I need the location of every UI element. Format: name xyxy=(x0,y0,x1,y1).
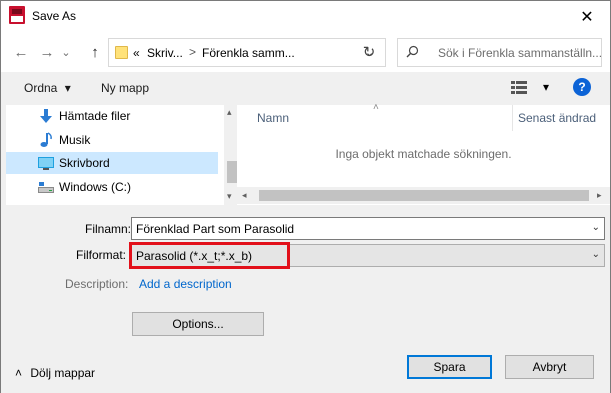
sidebar-item-label: Hämtade filer xyxy=(59,109,131,123)
sidebar-item-label: Musik xyxy=(59,133,91,147)
filename-label: Filnamn: xyxy=(85,222,132,236)
chevron-up-icon: ˄ xyxy=(15,366,23,380)
sidebar-item-music[interactable]: Musik xyxy=(6,129,218,151)
breadcrumb-segment-1[interactable]: Skriv... xyxy=(147,46,183,60)
sidebar-item-desktop[interactable]: Skrivbord xyxy=(6,152,218,174)
column-header-name[interactable]: Namn xyxy=(257,111,289,125)
search-box[interactable]: Sök i Förenkla sammanställn... xyxy=(397,38,602,67)
breadcrumb-separator: > xyxy=(189,45,197,59)
navigation-bar: ← → ⌄ ↑ « Skriv... > Förenkla samm... ⌄ … xyxy=(1,32,610,72)
scroll-down-icon[interactable]: ▾ xyxy=(227,191,232,202)
address-bar[interactable]: « Skriv... > Förenkla samm... ⌄ xyxy=(108,38,386,67)
forward-button[interactable]: → xyxy=(37,42,57,62)
window-title: Save As xyxy=(32,9,77,23)
file-list-hscrollbar[interactable]: ◂ ▸ xyxy=(237,187,610,204)
toolbar: Ordna ▾ Ny mapp ▾ ? xyxy=(1,72,610,105)
chevron-down-icon[interactable]: ⌄ xyxy=(592,249,600,260)
view-options-button[interactable]: ▾ xyxy=(511,80,551,96)
back-button[interactable]: ← xyxy=(11,42,31,62)
chevron-down-icon: ⌄ xyxy=(61,46,71,59)
app-icon xyxy=(9,6,25,24)
hide-folders-toggle[interactable]: ˄ Dölj mappar xyxy=(15,366,95,380)
sidebar-item-downloads[interactable]: Hämtade filer xyxy=(6,105,218,127)
navigation-pane: Hämtade filer Musik Skrivbord Windows (C… xyxy=(6,105,241,205)
scroll-up-icon[interactable]: ▴ xyxy=(227,107,232,118)
hide-folders-label: Dölj mappar xyxy=(30,366,96,380)
filename-value: Förenklad Part som Parasolid xyxy=(136,222,295,236)
breadcrumb-segment-2[interactable]: Förenkla samm... xyxy=(202,46,295,60)
save-label: Spara xyxy=(433,360,466,374)
address-overflow[interactable]: « xyxy=(133,46,140,60)
scroll-right-icon[interactable]: ▸ xyxy=(597,190,602,201)
refresh-button[interactable]: ↻ xyxy=(359,42,379,62)
sidebar-item-label: Windows (C:) xyxy=(59,180,132,194)
save-as-dialog: Save As ✕ ← → ⌄ ↑ « Skriv... > Förenkla … xyxy=(0,0,611,393)
new-folder-button[interactable]: Ny mapp xyxy=(101,81,149,95)
empty-message: Inga objekt matchade sökningen. xyxy=(335,147,512,161)
new-folder-label: Ny mapp xyxy=(101,81,150,95)
format-value: Parasolid (*.x_t;*.x_b) xyxy=(136,249,253,263)
sidebar-item-windows-drive[interactable]: Windows (C:) xyxy=(6,176,218,198)
recent-locations-button[interactable]: ⌄ xyxy=(59,42,73,62)
sort-ascending-icon: ˄ xyxy=(373,102,379,113)
chevron-down-icon: ▾ xyxy=(64,81,71,95)
organize-label: Ordna xyxy=(24,81,58,95)
search-icon xyxy=(406,45,419,58)
cancel-label: Avbryt xyxy=(532,360,567,374)
options-label: Options... xyxy=(172,317,224,331)
back-arrow-icon: ← xyxy=(13,43,29,61)
music-icon xyxy=(40,132,52,147)
format-label: Filformat: xyxy=(76,248,127,262)
forward-arrow-icon: → xyxy=(39,43,55,61)
view-list-icon xyxy=(511,81,527,94)
download-icon xyxy=(40,109,52,123)
format-select[interactable]: Parasolid (*.x_t;*.x_b) ⌄ xyxy=(131,244,605,267)
add-description-link[interactable]: Add a description xyxy=(139,277,232,291)
help-icon[interactable]: ? xyxy=(573,78,591,96)
title-bar: Save As ✕ xyxy=(1,1,610,32)
cancel-button[interactable]: Avbryt xyxy=(505,355,594,379)
chevron-down-icon: ▾ xyxy=(543,80,550,94)
options-button[interactable]: Options... xyxy=(132,312,264,336)
sidebar-item-label: Skrivbord xyxy=(59,156,110,170)
chevron-down-icon[interactable]: ⌄ xyxy=(592,222,600,233)
search-input[interactable]: Sök i Förenkla sammanställn... xyxy=(438,46,602,60)
up-button[interactable]: ↑ xyxy=(85,42,105,62)
column-divider[interactable] xyxy=(512,105,513,131)
desktop-icon xyxy=(38,157,54,170)
up-arrow-icon: ↑ xyxy=(91,43,99,61)
filename-field[interactable]: Förenklad Part som Parasolid ⌄ xyxy=(131,217,605,240)
close-button[interactable]: ✕ xyxy=(564,1,610,32)
scrollbar-thumb[interactable] xyxy=(259,190,589,201)
description-label: Description: xyxy=(65,277,129,291)
folder-icon xyxy=(115,46,128,59)
drive-icon xyxy=(38,182,54,193)
scroll-left-icon[interactable]: ◂ xyxy=(242,190,247,201)
organize-button[interactable]: Ordna ▾ xyxy=(24,81,71,95)
refresh-icon: ↻ xyxy=(362,44,376,61)
close-icon: ✕ xyxy=(580,8,594,26)
column-header-date-modified[interactable]: Senast ändrad xyxy=(518,111,596,125)
save-button[interactable]: Spara xyxy=(407,355,492,379)
